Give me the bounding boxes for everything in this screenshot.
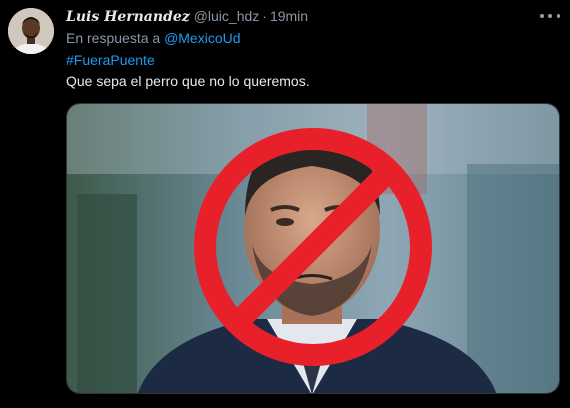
reply-prefix: En respuesta a: [66, 30, 161, 46]
user-handle[interactable]: @luic_hdz: [194, 8, 260, 24]
photo-with-prohibition-sign: [67, 104, 559, 393]
avatar-image: [8, 8, 54, 54]
tweet-media-image[interactable]: [66, 103, 560, 394]
more-dot: [540, 14, 544, 18]
more-dot: [556, 14, 560, 18]
display-name[interactable]: Luis Hernandez: [66, 9, 190, 25]
more-dot: [548, 14, 552, 18]
avatar[interactable]: [8, 8, 54, 54]
hashtag-link[interactable]: #FueraPuente: [66, 52, 155, 68]
tweet-text: Que sepa el perro que no lo queremos.: [66, 73, 310, 89]
tweet[interactable]: Luis Hernandez @luic_hdz · 19min En resp…: [0, 0, 570, 408]
tweet-header: Luis Hernandez @luic_hdz · 19min: [66, 8, 308, 28]
timestamp[interactable]: 19min: [270, 8, 308, 24]
reply-mention-link[interactable]: @MexicoUd: [164, 30, 240, 46]
reply-context: En respuesta a @MexicoUd: [66, 30, 241, 46]
more-horizontal-icon[interactable]: [540, 12, 560, 20]
separator-dot: ·: [262, 8, 267, 24]
